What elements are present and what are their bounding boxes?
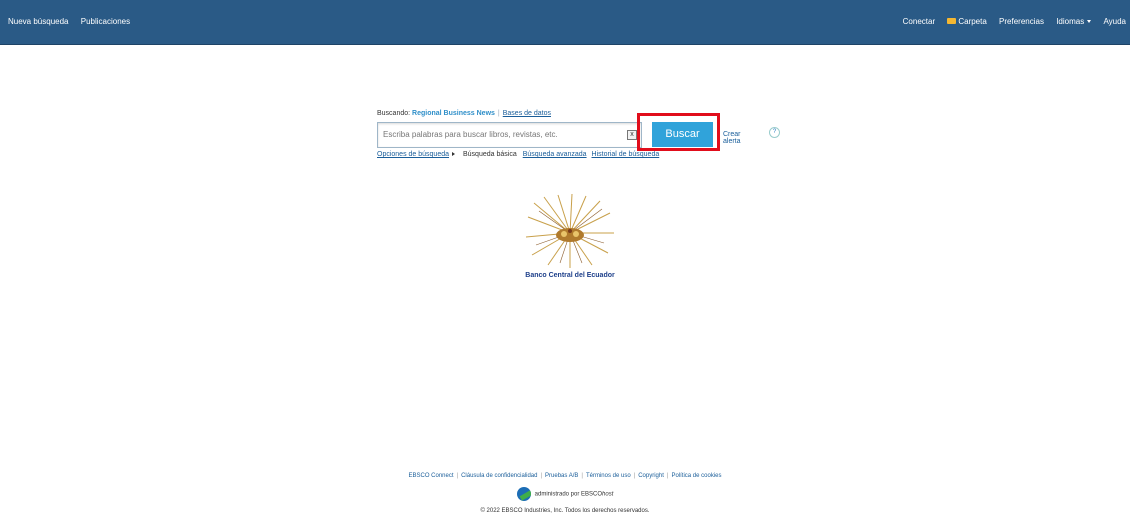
powered-by-host: host xyxy=(602,491,614,498)
nav-preferences[interactable]: Preferencias xyxy=(999,17,1044,26)
nav-folder-label: Carpeta xyxy=(958,17,987,26)
footer-link-copyright[interactable]: Copyright xyxy=(638,473,664,479)
search-input[interactable] xyxy=(378,123,623,145)
footer-link-ab-tests[interactable]: Pruebas A/B xyxy=(545,473,578,479)
footer-separator: | xyxy=(540,473,543,479)
nav-help[interactable]: Ayuda xyxy=(1103,17,1126,26)
search-box: x xyxy=(377,122,642,148)
caret-down-icon xyxy=(1087,20,1092,23)
top-nav-bar: Nueva búsqueda Publicaciones Conectar Ca… xyxy=(0,0,1130,45)
nav-right: Conectar Carpeta Preferencias Idiomas Ay… xyxy=(893,17,1126,26)
triangle-right-icon xyxy=(452,152,455,156)
copyright-text: © 2022 EBSCO Industries, Inc. Todos los … xyxy=(480,508,650,514)
nav-sign-in[interactable]: Conectar xyxy=(903,17,935,26)
nav-new-search[interactable]: Nueva búsqueda xyxy=(8,17,69,26)
clear-icon[interactable]: x xyxy=(627,130,637,140)
nav-languages[interactable]: Idiomas xyxy=(1056,17,1092,26)
basic-search-label: Búsqueda básica xyxy=(463,151,517,158)
advanced-search-link[interactable]: Búsqueda avanzada xyxy=(523,151,587,158)
search-panel: Buscando: Regional Business News | Bases d… xyxy=(377,110,780,158)
folder-icon xyxy=(947,18,957,24)
create-alert-link[interactable]: Crear alerta xyxy=(723,131,741,145)
database-name[interactable]: Regional Business News xyxy=(412,110,495,117)
help-icon[interactable]: ? xyxy=(769,127,780,138)
nav-folder[interactable]: Carpeta xyxy=(947,17,987,26)
search-options-link[interactable]: Opciones de búsqueda xyxy=(377,151,449,158)
footer-separator: | xyxy=(633,473,636,479)
bank-logo-icon xyxy=(525,193,614,268)
databases-link[interactable]: Bases de datos xyxy=(503,110,551,117)
search-options-line: Opciones de búsqueda Búsqueda básica Búsqu… xyxy=(377,151,662,158)
powered-by: administrado por EBSCOhost xyxy=(0,487,1130,501)
footer-link-cookies[interactable]: Política de cookies xyxy=(671,473,721,479)
searching-line: Buscando: Regional Business News | Bases d… xyxy=(377,110,662,120)
powered-by-text: administrado por EBSCO xyxy=(534,491,603,498)
ebsco-logo-icon xyxy=(516,487,531,501)
logo-caption: Banco Central del Ecuador xyxy=(525,272,615,279)
footer-separator: | xyxy=(581,473,583,479)
search-history-link[interactable]: Historial de búsqueda xyxy=(592,151,660,158)
footer-separator: | xyxy=(666,473,669,479)
nav-languages-label: Idiomas xyxy=(1056,17,1085,26)
footer-link-privacy[interactable]: Cláusula de confidencialidad xyxy=(461,473,537,479)
nav-left: Nueva búsqueda Publicaciones xyxy=(8,17,140,26)
separator: | xyxy=(497,110,500,117)
search-row: x Buscar Crear alerta ? xyxy=(377,113,780,151)
nav-publications[interactable]: Publicaciones xyxy=(81,17,130,26)
footer-separator: | xyxy=(456,473,459,479)
searching-label: Buscando: xyxy=(377,110,411,117)
footer-link-connect[interactable]: EBSCO Connect xyxy=(409,473,454,479)
footer-link-terms[interactable]: Términos de uso xyxy=(586,473,631,479)
footer-links: EBSCO Connect | Cláusula de confidencialid… xyxy=(0,473,1130,479)
highlight-box xyxy=(637,113,720,151)
